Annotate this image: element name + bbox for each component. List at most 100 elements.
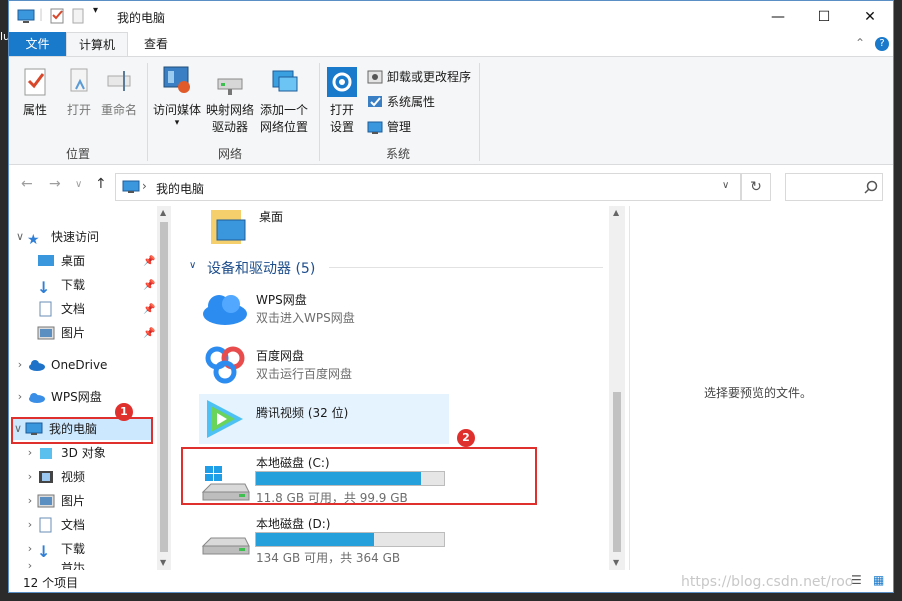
file-list: 桌面 ∨ 设备和驱动器 (5) WPS网盘 双击进入WPS网盘 百度网盘 双击运… [171,206,629,570]
nav-item-label: 图片 [61,326,86,340]
breadcrumb-separator: › [142,179,147,193]
wps-cloud-icon [203,295,247,325]
new-folder-quick-icon[interactable] [71,7,85,25]
tencent-video-item[interactable]: 腾讯视频 (32 位) [199,394,449,444]
nav-quick-access[interactable]: ∨ ★ 快速访问 [13,226,99,248]
up-arrow-icon[interactable]: ↑ [95,176,107,192]
nav-item-label: 视频 [61,470,86,484]
chevron-right-icon[interactable]: › [13,386,27,408]
map-network-drive-button[interactable]: 映射网络 驱动器 [203,67,257,136]
hard-drive-icon [201,537,250,555]
nav-item-label: 文档 [61,518,86,532]
file-explorer-window: | ▾ 我的电脑 — ☐ ✕ 文件 计算机 查看 ⌃ ? 属性 打开 重命名 位… [8,0,894,593]
forward-arrow-icon[interactable]: → [49,176,61,192]
chevron-right-icon[interactable]: › [23,442,37,464]
desktop-folder-item[interactable]: 桌面 [207,206,287,246]
document-icon [39,517,52,533]
refresh-button[interactable]: ↻ [741,173,771,201]
pin-icon[interactable]: 📌 [143,304,155,315]
address-bar[interactable]: › 我的电脑 ∨ [115,173,741,201]
navigation-pane: ∨ ★ 快速访问 桌面 ↓ 下载 文档 图片 📌 📌 📌 📌 › OneDriv… [9,206,171,570]
nav-item-3d-objects[interactable]: › 3D 对象 [23,442,106,464]
back-arrow-icon[interactable]: ← [21,176,33,192]
manage-button[interactable]: 管理 [367,117,411,137]
nav-item-downloads[interactable]: ↓ 下载 [37,274,85,297]
pin-icon[interactable]: 📌 [143,328,155,339]
annotation-badge-2: 2 [457,429,475,447]
tencent-video-icon [207,400,243,438]
nav-item-desktop[interactable]: 桌面 [37,250,85,272]
nav-quick-access-label: 快速访问 [51,230,100,244]
devices-group-header[interactable]: ∨ 设备和驱动器 (5) [189,258,603,277]
large-icons-view-icon[interactable]: ▦ [873,573,884,587]
access-media-button[interactable]: 访问媒体 ▾ [151,63,203,128]
open-settings-button[interactable]: 打开 设置 [325,67,359,136]
pin-icon[interactable]: 📌 [143,256,155,267]
customize-quick-access-icon[interactable]: ▾ [93,5,98,16]
chevron-right-icon[interactable]: › [23,490,37,512]
navigation-bar: ← → ∨ ↑ › 我的电脑 ∨ ↻ [9,166,893,206]
chevron-down-icon[interactable]: ∨ [13,226,27,248]
wps-cloud-icon [29,393,45,403]
close-button[interactable]: ✕ [847,1,893,32]
refresh-icon: ↻ [750,179,762,195]
recent-locations-icon[interactable]: ∨ [75,179,82,190]
item-title: 百度网盘 [256,349,305,363]
rename-button[interactable]: 重命名 [99,67,139,119]
maximize-button[interactable]: ☐ [801,1,847,32]
nav-item-videos[interactable]: › 视频 [23,466,85,488]
scrollbar-thumb[interactable] [160,222,168,552]
nav-wps-drive[interactable]: › WPS网盘 [13,386,102,408]
baidu-drive-item[interactable]: 百度网盘 双击运行百度网盘 [201,338,441,386]
chevron-right-icon[interactable]: › [23,514,37,536]
collapse-ribbon-icon[interactable]: ⌃ [855,36,865,50]
system-properties-button[interactable]: 系统属性 [367,92,435,112]
chevron-right-icon[interactable]: › [13,354,27,376]
wps-drive-item[interactable]: WPS网盘 双击进入WPS网盘 [201,288,441,328]
nav-item-pictures[interactable]: › 图片 [23,490,85,512]
nav-item-documents[interactable]: › 文档 [23,514,85,536]
chevron-down-icon[interactable]: ∨ [189,260,196,271]
tab-file[interactable]: 文件 [9,32,66,56]
cube-icon [40,448,52,459]
nav-scrollbar[interactable]: ▲ ▼ [157,206,171,570]
rename-icon [107,71,131,91]
scroll-down-icon[interactable]: ▼ [613,558,619,567]
drive-d-item[interactable]: 本地磁盘 (D:) 134 GB 可用，共 364 GB [199,514,479,566]
nav-onedrive-label: OneDrive [51,358,108,372]
nav-item-documents[interactable]: 文档 [37,298,85,320]
scrollbar-thumb[interactable] [613,392,621,552]
uninstall-button[interactable]: 卸载或更改程序 [367,67,471,87]
open-button[interactable]: 打开 [61,67,97,119]
chevron-right-icon[interactable]: › [23,538,37,560]
desktop-folder-label: 桌面 [259,210,284,224]
tab-view[interactable]: 查看 [133,32,179,56]
scroll-up-icon[interactable]: ▲ [160,208,166,217]
properties-quick-icon[interactable] [49,7,65,25]
nav-item-pictures[interactable]: 图片 [37,322,85,344]
properties-button[interactable]: 属性 [17,67,53,119]
tab-computer[interactable]: 计算机 [66,32,128,56]
nav-item-label: 音乐 [61,562,86,570]
download-arrow-icon: ↓ [37,278,51,297]
nav-item-downloads[interactable]: › ↓ 下载 [23,538,85,561]
properties-label: 属性 [22,103,47,117]
content-scrollbar[interactable]: ▲ ▼ [609,206,625,570]
pin-icon[interactable]: 📌 [143,280,155,291]
scroll-down-icon[interactable]: ▼ [160,558,166,567]
search-input[interactable] [785,173,883,201]
scroll-up-icon[interactable]: ▲ [613,208,619,217]
properties-icon [24,68,46,96]
chevron-right-icon[interactable]: › [23,562,37,570]
minimize-button[interactable]: — [755,1,801,32]
network-location-icon [272,70,298,92]
add-network-location-button[interactable]: 添加一个 网络位置 [257,67,311,136]
nav-onedrive[interactable]: › OneDrive [13,354,108,376]
nav-item-label: 3D 对象 [61,446,106,460]
address-dropdown-icon[interactable]: ∨ [722,180,729,191]
film-icon [39,471,53,483]
chevron-right-icon[interactable]: › [23,466,37,488]
breadcrumb-this-pc[interactable]: 我的电脑 [156,180,204,197]
help-icon[interactable]: ? [875,37,889,51]
nav-item-music[interactable]: › 音乐 [23,562,85,570]
